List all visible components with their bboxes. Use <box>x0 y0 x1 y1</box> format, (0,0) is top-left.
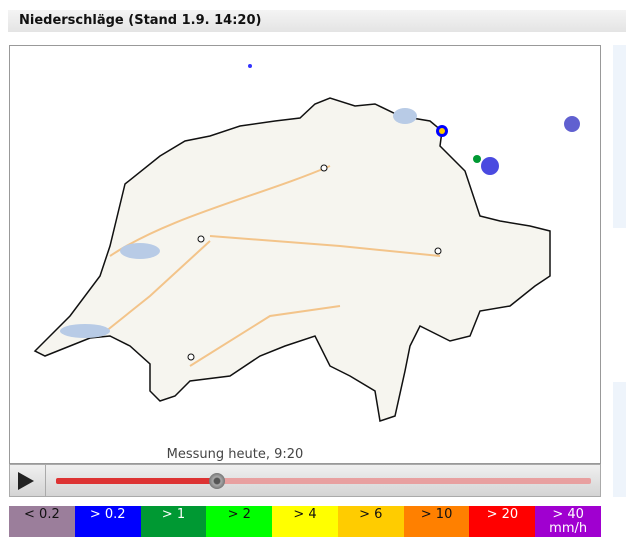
legend-label: > 1 <box>161 507 186 522</box>
switzerland-map <box>33 64 580 422</box>
switzerland-outline <box>33 97 551 422</box>
header-bar: Niederschläge (Stand 1.9. 14:20) <box>8 10 626 32</box>
lake <box>120 243 160 259</box>
legend-label: > 4 <box>293 507 317 522</box>
legend-item: > 6 <box>337 506 404 537</box>
lake <box>60 324 110 338</box>
page-title: Niederschläge (Stand 1.9. 14:20) <box>19 13 262 28</box>
legend-item: > 0.2 <box>74 506 141 537</box>
legend-label: > 2 <box>227 507 251 522</box>
slider-progress <box>56 478 217 484</box>
timestamp-caption: Messung heute, 9:20 <box>166 447 304 462</box>
legend-item: > 10 <box>403 506 470 537</box>
legend-item: > 40 mm/h <box>535 506 602 537</box>
legend-item: > 2 <box>206 506 273 537</box>
legend-item: > 1 <box>140 506 207 537</box>
side-panel <box>613 45 626 228</box>
legend-item: < 0.2 <box>9 506 75 537</box>
legend-label: > 6 <box>359 507 383 522</box>
legend-label: < 0.2 <box>24 507 60 522</box>
precipitation-legend: < 0.2 > 0.2 > 1 > 2 > 4 > 6 > 10 > 20 > 40 mm/h <box>9 506 602 537</box>
animation-controls <box>9 464 601 497</box>
precipitation-map[interactable]: Messung heute, 9:20 <box>9 45 601 464</box>
legend-label: > 0.2 <box>89 507 126 522</box>
lake <box>393 108 417 124</box>
slider-thumb[interactable] <box>208 473 225 489</box>
legend-label: > 10 <box>420 507 453 522</box>
legend-unit: mm/h <box>549 521 588 536</box>
legend-label: > 40 <box>552 507 584 522</box>
legend-label: > 20 <box>486 507 519 522</box>
play-button[interactable] <box>10 465 46 496</box>
legend-item: > 20 <box>469 506 536 537</box>
legend-item: > 4 <box>272 506 338 537</box>
side-panel <box>613 382 626 497</box>
time-slider[interactable] <box>56 473 591 489</box>
